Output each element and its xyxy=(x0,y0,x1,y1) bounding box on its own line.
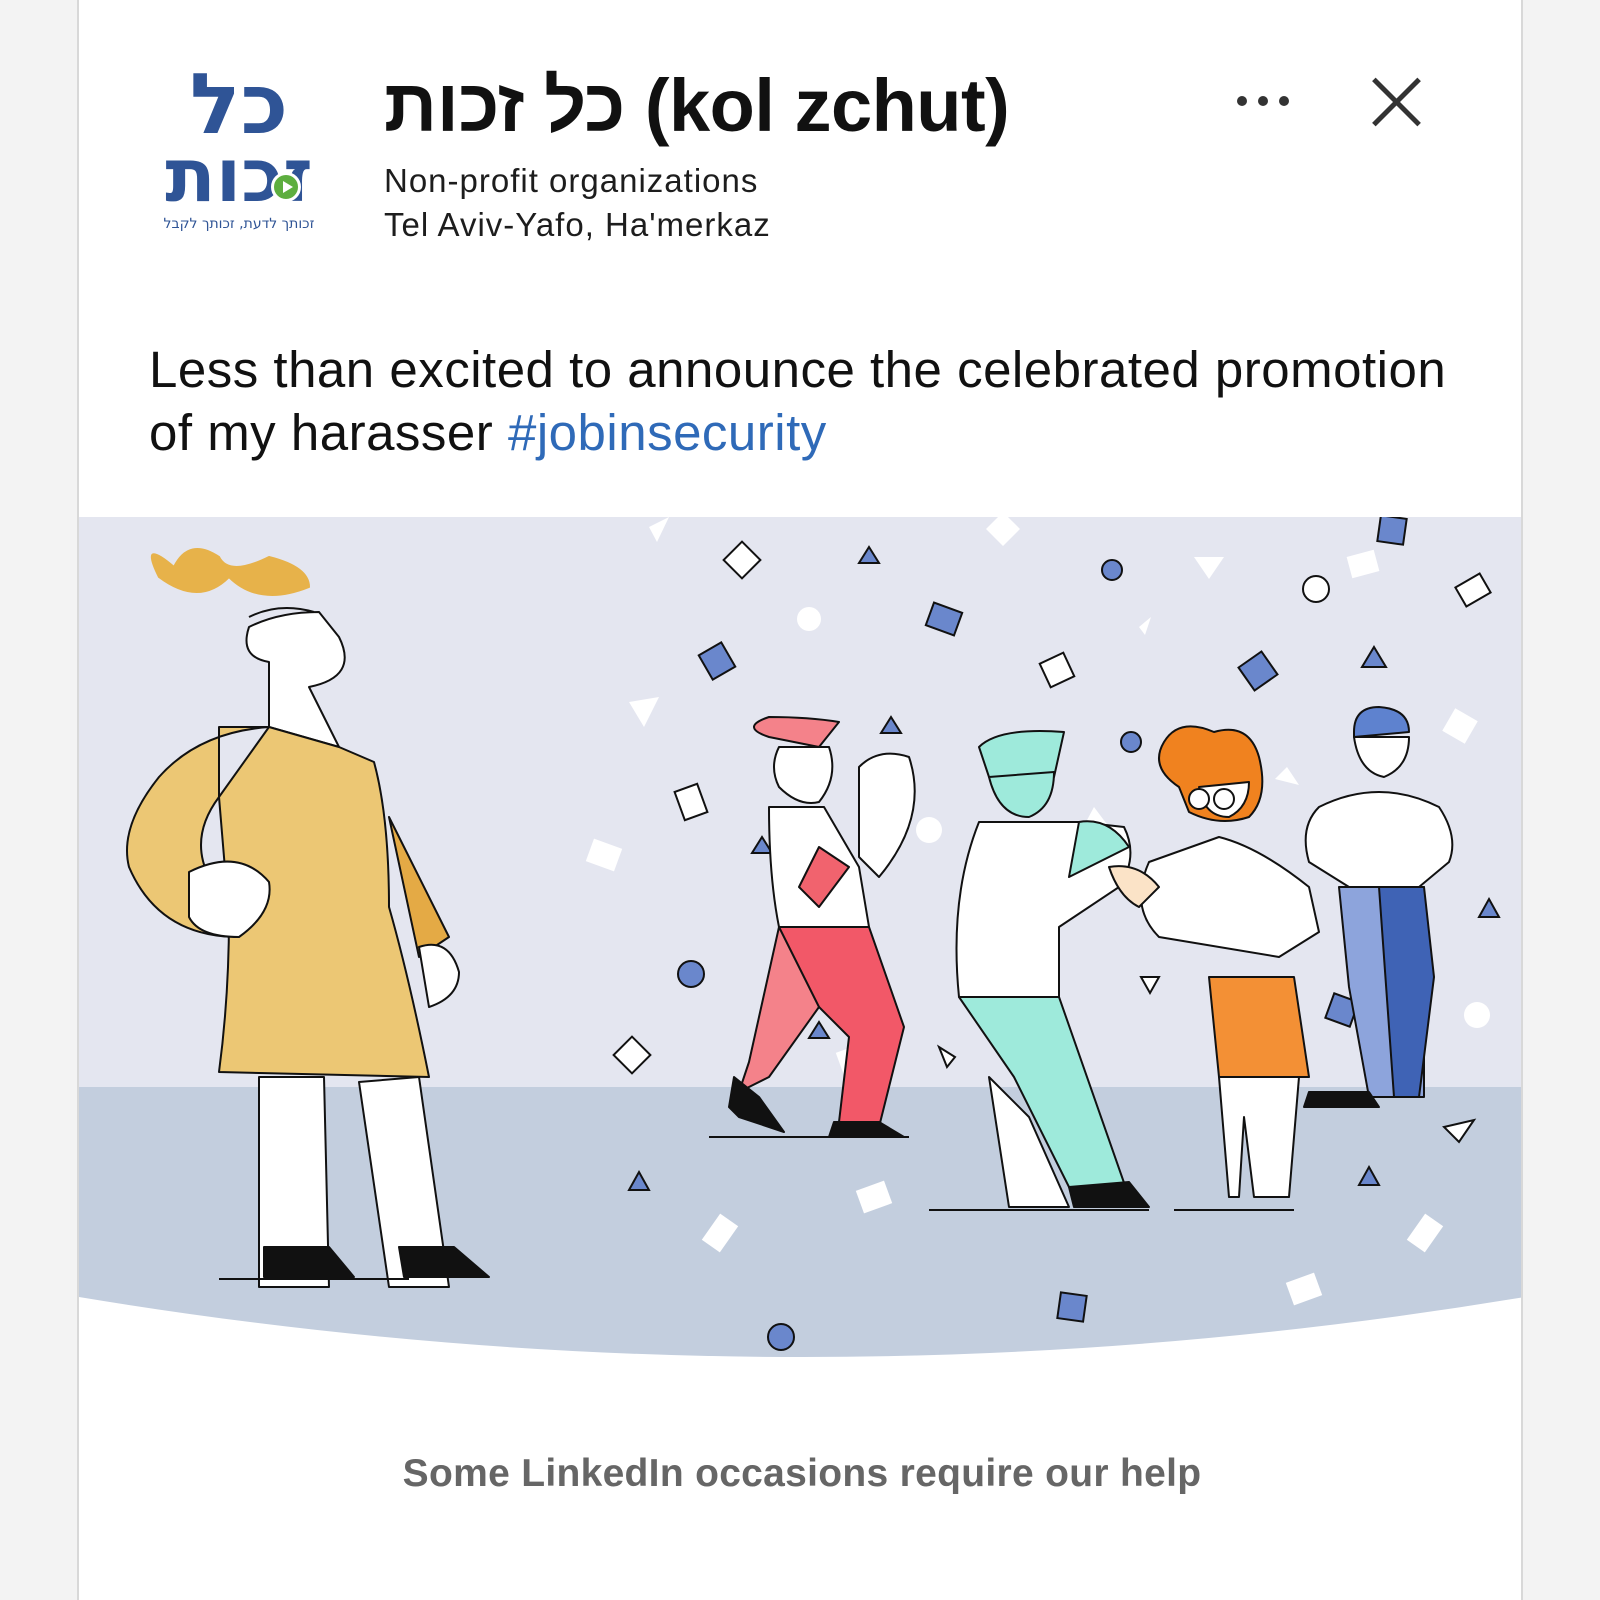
org-location: Tel Aviv-Yafo, Ha'merkaz xyxy=(384,206,771,243)
org-logo[interactable]: כל זכות זכותך לדעת, זכותך לקבל xyxy=(149,56,349,246)
ellipsis-dot xyxy=(1258,96,1268,106)
post-card: כל זכות זכותך לדעת, זכותך לקבל כל זכות (… xyxy=(77,0,1523,1600)
logo-tagline: זכותך לדעת, זכותך לקבל xyxy=(163,216,315,232)
more-options-button[interactable] xyxy=(1231,82,1295,122)
hashtag-link[interactable]: #jobinsecurity xyxy=(508,404,827,461)
close-button[interactable] xyxy=(1369,74,1425,130)
post-text: Less than excited to announce the celebr… xyxy=(149,338,1449,464)
cursor-icon xyxy=(271,172,301,202)
logo-word-bottom: זכות xyxy=(165,133,313,219)
footer-caption: Some LinkedIn occasions require our help xyxy=(402,1452,1202,1495)
ellipsis-dot xyxy=(1279,96,1289,106)
celebration-illustration xyxy=(79,517,1521,1387)
org-category: Non-profit organizations xyxy=(384,162,759,199)
ellipsis-icon xyxy=(1237,96,1247,106)
org-name[interactable]: כל זכות (kol zchut) xyxy=(384,60,1010,152)
